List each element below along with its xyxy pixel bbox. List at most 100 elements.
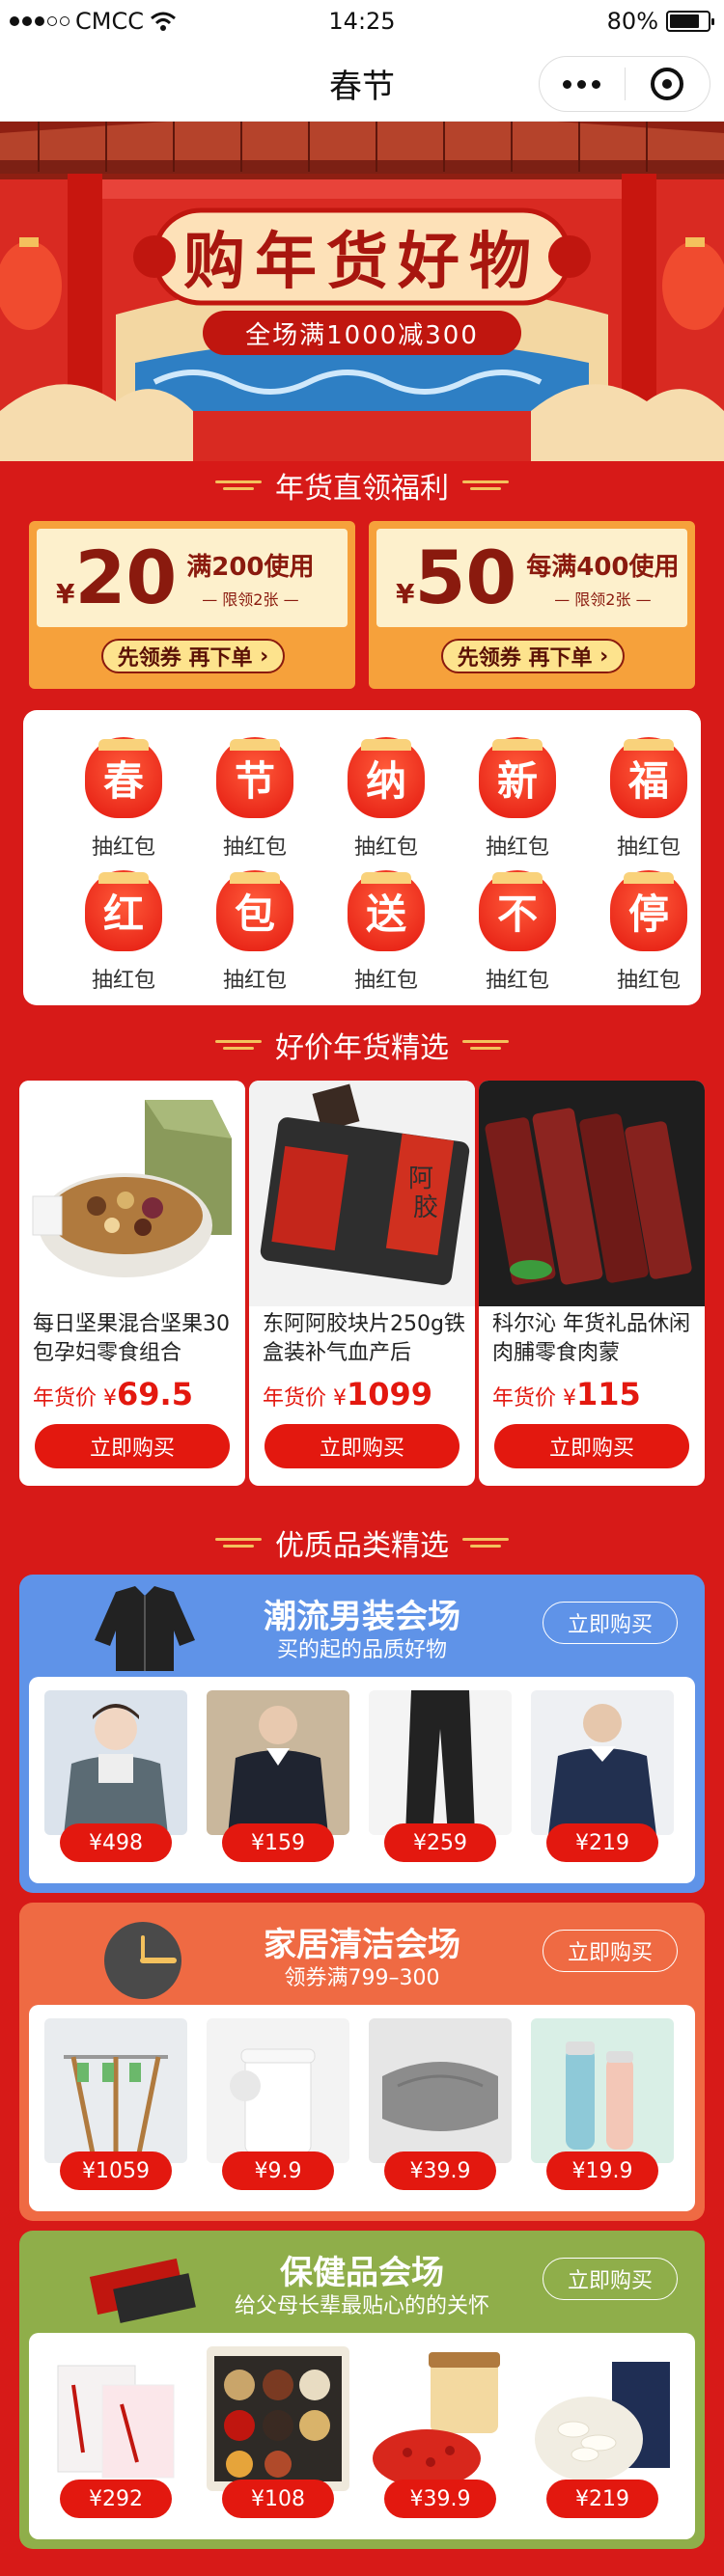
buy-now-button[interactable]: 立即购买 — [494, 1424, 689, 1468]
coupon-value: 20 — [74, 534, 178, 620]
venue-item-list: ¥1059 ¥9.9 ¥39.9 ¥19.9 — [29, 2005, 695, 2211]
title-deco-right-icon — [462, 1535, 509, 1550]
venue-health-products: 保健品会场 给父母长辈最贴心的的关怀 立即购买 ¥292 ¥108 ¥39.9 … — [19, 2231, 705, 2549]
banner-title: 购年货好物 — [183, 227, 541, 298]
red-packet-icon: 送 — [348, 870, 425, 951]
red-packet-item[interactable]: 不抽红包 — [459, 870, 575, 1000]
red-packet-icon: 停 — [610, 870, 687, 951]
products-section-title: 好价年货精选 — [0, 1025, 724, 1065]
venue-item-price: ¥9.9 — [222, 2151, 334, 2190]
product-card[interactable]: 每日坚果混合坚果30包孕妇零食组合 年货价 ¥69.5 立即购买 — [19, 1081, 245, 1486]
venue-item[interactable]: ¥498 — [44, 1690, 187, 1868]
chevron-right-icon: › — [260, 644, 269, 669]
venue-item[interactable]: ¥39.9 — [369, 2018, 512, 2196]
product-card[interactable]: 科尔沁 年货礼品休闲肉脯零食肉蒙 年货价 ¥115 立即购买 — [479, 1081, 705, 1486]
coupon-condition: 满200使用 — [186, 552, 315, 582]
banner-subtitle: 全场满1000减300 — [203, 311, 521, 355]
red-packet-item[interactable]: 福抽红包 — [591, 737, 707, 866]
title-deco-right-icon — [462, 1037, 509, 1053]
red-packet-label: 抽红包 — [353, 969, 418, 993]
status-bar: CMCC 14:25 80% — [0, 0, 724, 42]
venue-item[interactable]: ¥9.9 — [207, 2018, 349, 2196]
product-image-beef-jerky — [479, 1081, 705, 1306]
red-packet-label: 抽红包 — [616, 836, 681, 860]
product-image-drying-rack — [44, 2018, 187, 2163]
coupon-section-label: 年货直领福利 — [275, 472, 449, 506]
buy-now-button[interactable]: 立即购买 — [265, 1424, 459, 1468]
venue-item-list: ¥292 ¥108 ¥39.9 ¥219 — [29, 2333, 695, 2539]
red-packet-item[interactable]: 新抽红包 — [459, 737, 575, 866]
coupon-condition-block: 满200使用 — 限领2张 — — [186, 547, 314, 610]
venue-item-price: ¥219 — [546, 2480, 658, 2518]
venue-item[interactable]: ¥219 — [531, 1690, 674, 1868]
chevron-right-icon: › — [599, 644, 609, 669]
red-packet-item[interactable]: 节抽红包 — [197, 737, 313, 866]
svg-text:胶: 胶 — [413, 1193, 438, 1222]
red-packet-label: 抽红包 — [616, 969, 681, 993]
red-packet-item[interactable]: 送抽红包 — [328, 870, 444, 1000]
venue-item-price: ¥259 — [384, 1823, 496, 1862]
product-image-herbal-set — [207, 2346, 349, 2491]
venue-item-price: ¥39.9 — [384, 2151, 496, 2190]
venue-buy-button[interactable]: 立即购买 — [543, 2258, 678, 2300]
product-name: 每日坚果混合坚果30包孕妇零食组合 — [33, 1312, 230, 1365]
red-packet-icon: 新 — [479, 737, 556, 818]
venue-item[interactable]: ¥292 — [44, 2346, 187, 2524]
product-image-polo-shirt — [531, 1690, 674, 1835]
product-image-sweater — [207, 1690, 349, 1835]
navbar: 春节 — [0, 42, 724, 122]
red-packet-item[interactable]: 红抽红包 — [66, 870, 181, 1000]
venue-buy-button[interactable]: 立即购买 — [543, 1602, 678, 1644]
title-deco-left-icon — [215, 1037, 262, 1053]
spring-festival-banner[interactable]: 购年货好物 全场满1000减300 — [0, 122, 724, 461]
product-image-trash-bin — [207, 2018, 349, 2163]
status-right: 80% — [607, 8, 714, 35]
coupon-card[interactable]: ¥50 每满400使用 — 限领2张 — 先领券 再下单 › — [369, 521, 695, 689]
red-packet-icon: 节 — [216, 737, 293, 818]
red-packet-label: 抽红包 — [222, 969, 287, 993]
venue-buy-button[interactable]: 立即购买 — [543, 1930, 678, 1972]
coupon-currency: ¥ — [56, 578, 75, 610]
venue-item[interactable]: ¥1059 — [44, 2018, 187, 2196]
claim-coupon-button[interactable]: 先领券 再下单 › — [441, 639, 625, 673]
venue-item[interactable]: ¥159 — [207, 1690, 349, 1868]
venue-item[interactable]: ¥259 — [369, 1690, 512, 1868]
red-packet-icon: 包 — [216, 870, 293, 951]
coupon-card[interactable]: ¥20 满200使用 — 限领2张 — 先领券 再下单 › — [29, 521, 355, 689]
venue-item[interactable]: ¥19.9 — [531, 2018, 674, 2196]
red-packet-item[interactable]: 停抽红包 — [591, 870, 707, 1000]
close-target-icon[interactable] — [626, 68, 710, 100]
red-packet-item[interactable]: 包抽红包 — [197, 870, 313, 1000]
products-section-label: 好价年货精选 — [275, 1031, 449, 1065]
coupon-amount: ¥50 — [376, 541, 516, 615]
red-packet-item[interactable]: 春抽红包 — [66, 737, 181, 866]
venue-home-cleaning: 家居清洁会场 领券满799–300 立即购买 ¥1059 ¥9.9 ¥39.9 … — [19, 1903, 705, 2221]
product-image-thermos — [531, 2018, 674, 2163]
coupon-condition: 每满400使用 — [526, 552, 680, 582]
more-icon[interactable] — [540, 79, 625, 89]
product-image-pillow — [369, 2018, 512, 2163]
venue-item[interactable]: ¥219 — [531, 2346, 674, 2524]
venue-item[interactable]: ¥108 — [207, 2346, 349, 2524]
category-section-title: 优质品类精选 — [0, 1522, 724, 1563]
red-packet-label: 抽红包 — [485, 836, 549, 860]
coupon-limit: — 限领2张 — — [554, 589, 652, 609]
buy-now-button[interactable]: 立即购买 — [35, 1424, 230, 1468]
title-deco-left-icon — [215, 1535, 262, 1550]
product-image-down-jacket — [44, 1690, 187, 1835]
product-price: 年货价 ¥115 — [492, 1376, 641, 1412]
venue-item-price: ¥159 — [222, 1823, 334, 1862]
product-image-coconut-chips — [531, 2346, 674, 2491]
venue-item-price: ¥19.9 — [546, 2151, 658, 2190]
red-packet-item[interactable]: 纳抽红包 — [328, 737, 444, 866]
red-packet-label: 抽红包 — [353, 836, 418, 860]
category-section-label: 优质品类精选 — [275, 1529, 449, 1563]
battery-icon — [666, 11, 714, 32]
red-packet-icon: 福 — [610, 737, 687, 818]
venue-item[interactable]: ¥39.9 — [369, 2346, 512, 2524]
product-image-nuts — [19, 1081, 245, 1306]
claim-coupon-button[interactable]: 先领券 再下单 › — [101, 639, 285, 673]
product-card[interactable]: 阿 胶 东阿阿胶块片250g铁盒装补气血产后 年货价 ¥1099 立即购买 — [249, 1081, 475, 1486]
product-price: 年货价 ¥1099 — [263, 1376, 433, 1412]
red-packet-label: 抽红包 — [91, 969, 155, 993]
